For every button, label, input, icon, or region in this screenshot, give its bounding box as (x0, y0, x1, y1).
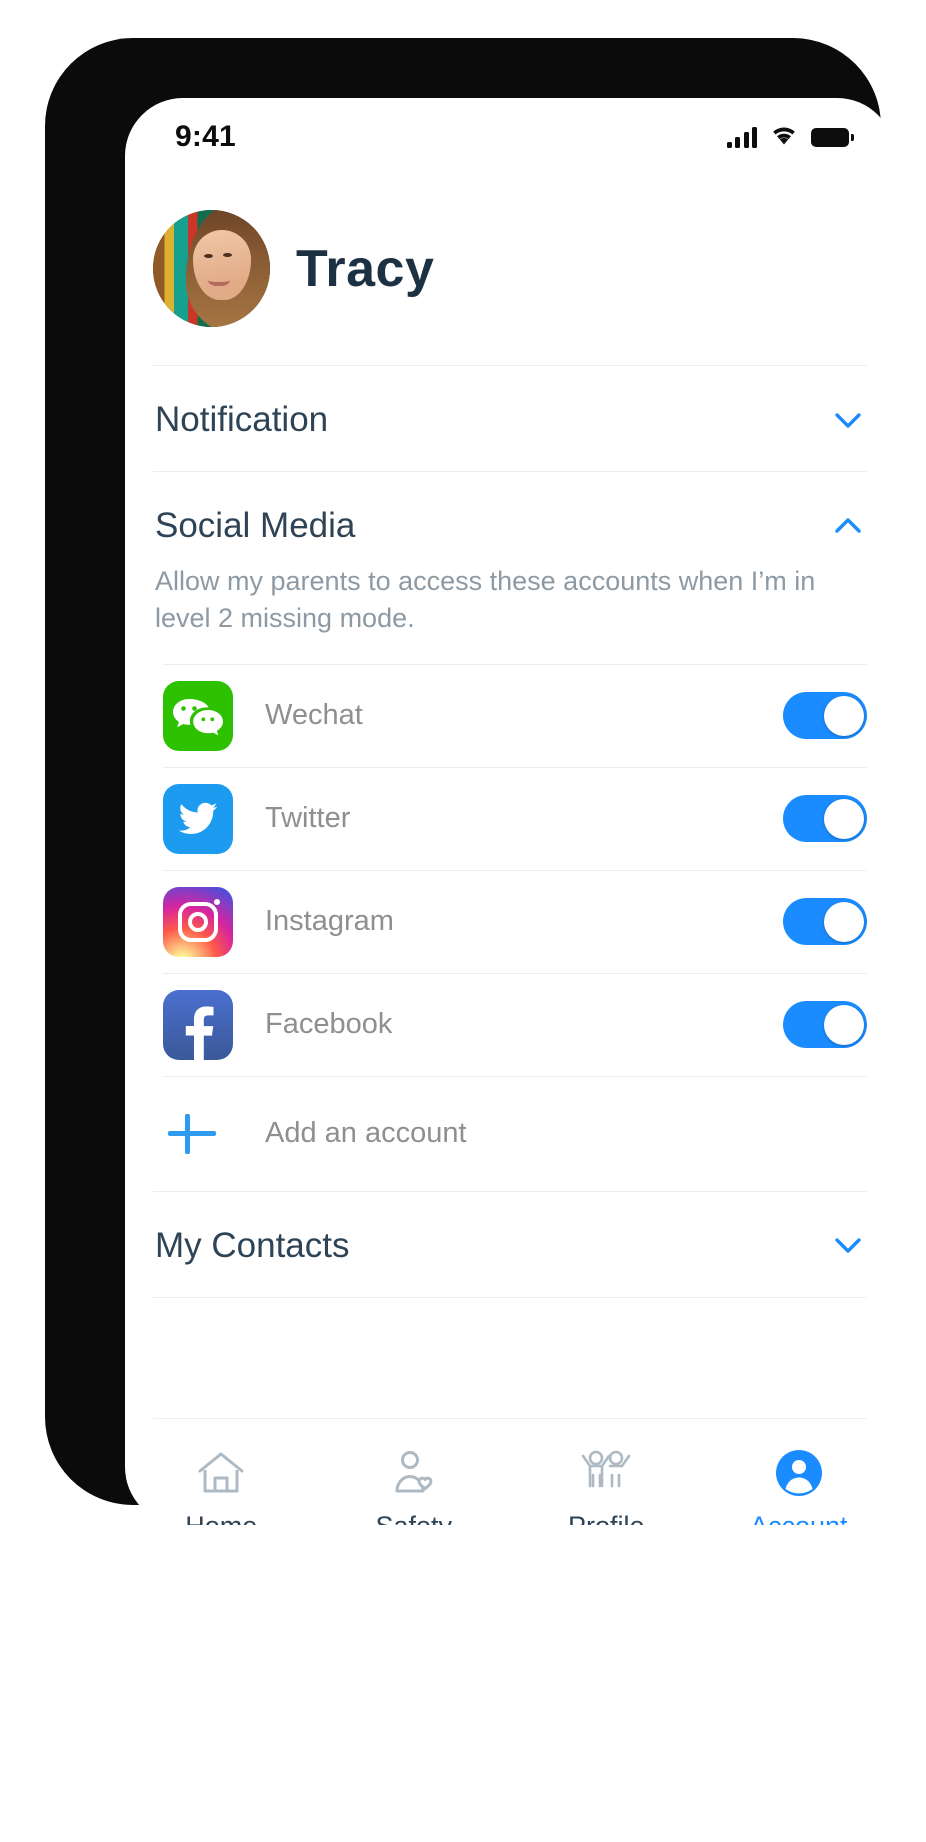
chevron-down-icon[interactable] (831, 403, 865, 437)
section-header-social-media[interactable]: Social Media (125, 472, 895, 577)
section-header-my-contacts[interactable]: My Contacts (125, 1192, 895, 1297)
twitter-icon (163, 783, 233, 854)
instagram-icon (163, 886, 233, 957)
toggle-wechat[interactable] (783, 692, 867, 739)
list-item-label: Facebook (265, 1008, 393, 1040)
instagram-lens (188, 911, 208, 932)
two-people-icon (578, 1445, 634, 1501)
phone-device-frame: 9:41 Tracy Notification Social Media All… (47, 40, 895, 1525)
person-circle-icon (771, 1445, 827, 1501)
facebook-icon (163, 989, 233, 1060)
list-item[interactable]: Twitter (125, 768, 895, 870)
list-item[interactable]: Instagram (125, 871, 895, 973)
wifi-icon (770, 124, 798, 151)
toggle-knob (823, 901, 864, 942)
chevron-up-icon[interactable] (831, 509, 865, 543)
section-header-notification[interactable]: Notification (125, 366, 895, 471)
bottom-tab-bar: Home Safety (125, 1419, 896, 1525)
tab-home[interactable]: Home (125, 1445, 318, 1525)
list-item[interactable]: Facebook (125, 974, 895, 1076)
tab-label-account: Account (750, 1512, 848, 1525)
add-account-label: Add an account (265, 1117, 467, 1149)
battery-full-icon (811, 127, 854, 147)
list-item-label: Instagram (265, 905, 394, 937)
phone-screen: 9:41 Tracy Notification Social Media All… (125, 98, 895, 1525)
add-account-button[interactable]: Add an account (125, 1077, 895, 1191)
screenshot-root: 9:41 Tracy Notification Social Media All… (0, 0, 926, 1842)
toggle-knob (823, 1004, 864, 1045)
toggle-knob (823, 695, 864, 736)
avatar[interactable] (153, 210, 270, 327)
tab-profile[interactable]: Profile (510, 1445, 703, 1525)
section-title-my-contacts: My Contacts (155, 1225, 350, 1265)
tab-label-home: Home (185, 1512, 257, 1525)
profile-header: Tracy (125, 176, 895, 365)
section-description-social-media: Allow my parents to access these account… (155, 566, 816, 634)
list-item-label: Wechat (265, 699, 363, 731)
tab-label-profile: Profile (568, 1512, 645, 1525)
status-bar-icons (726, 124, 854, 151)
cellular-signal-icon (726, 126, 757, 148)
wechat-icon (163, 680, 233, 751)
person-heart-icon (386, 1445, 442, 1501)
section-title-social-media: Social Media (155, 506, 356, 545)
toggle-twitter[interactable] (783, 795, 867, 842)
list-item[interactable]: Wechat (125, 665, 895, 767)
plus-icon (163, 1105, 221, 1163)
status-bar: 9:41 (125, 98, 895, 176)
section-title-notification: Notification (155, 400, 329, 439)
toggle-facebook[interactable] (783, 1001, 867, 1048)
tab-account[interactable]: Account (703, 1445, 896, 1525)
page-title: Tracy (296, 239, 435, 298)
home-icon (193, 1445, 249, 1501)
toggle-knob (823, 798, 864, 839)
status-bar-time: 9:41 (175, 120, 236, 153)
toggle-instagram[interactable] (783, 898, 867, 945)
tab-label-safety: Safety (375, 1512, 452, 1525)
tab-safety[interactable]: Safety (318, 1445, 511, 1525)
instagram-dot (214, 898, 220, 905)
list-item-label: Twitter (265, 802, 351, 834)
avatar-smile (207, 271, 230, 286)
chevron-down-icon[interactable] (831, 1228, 865, 1262)
